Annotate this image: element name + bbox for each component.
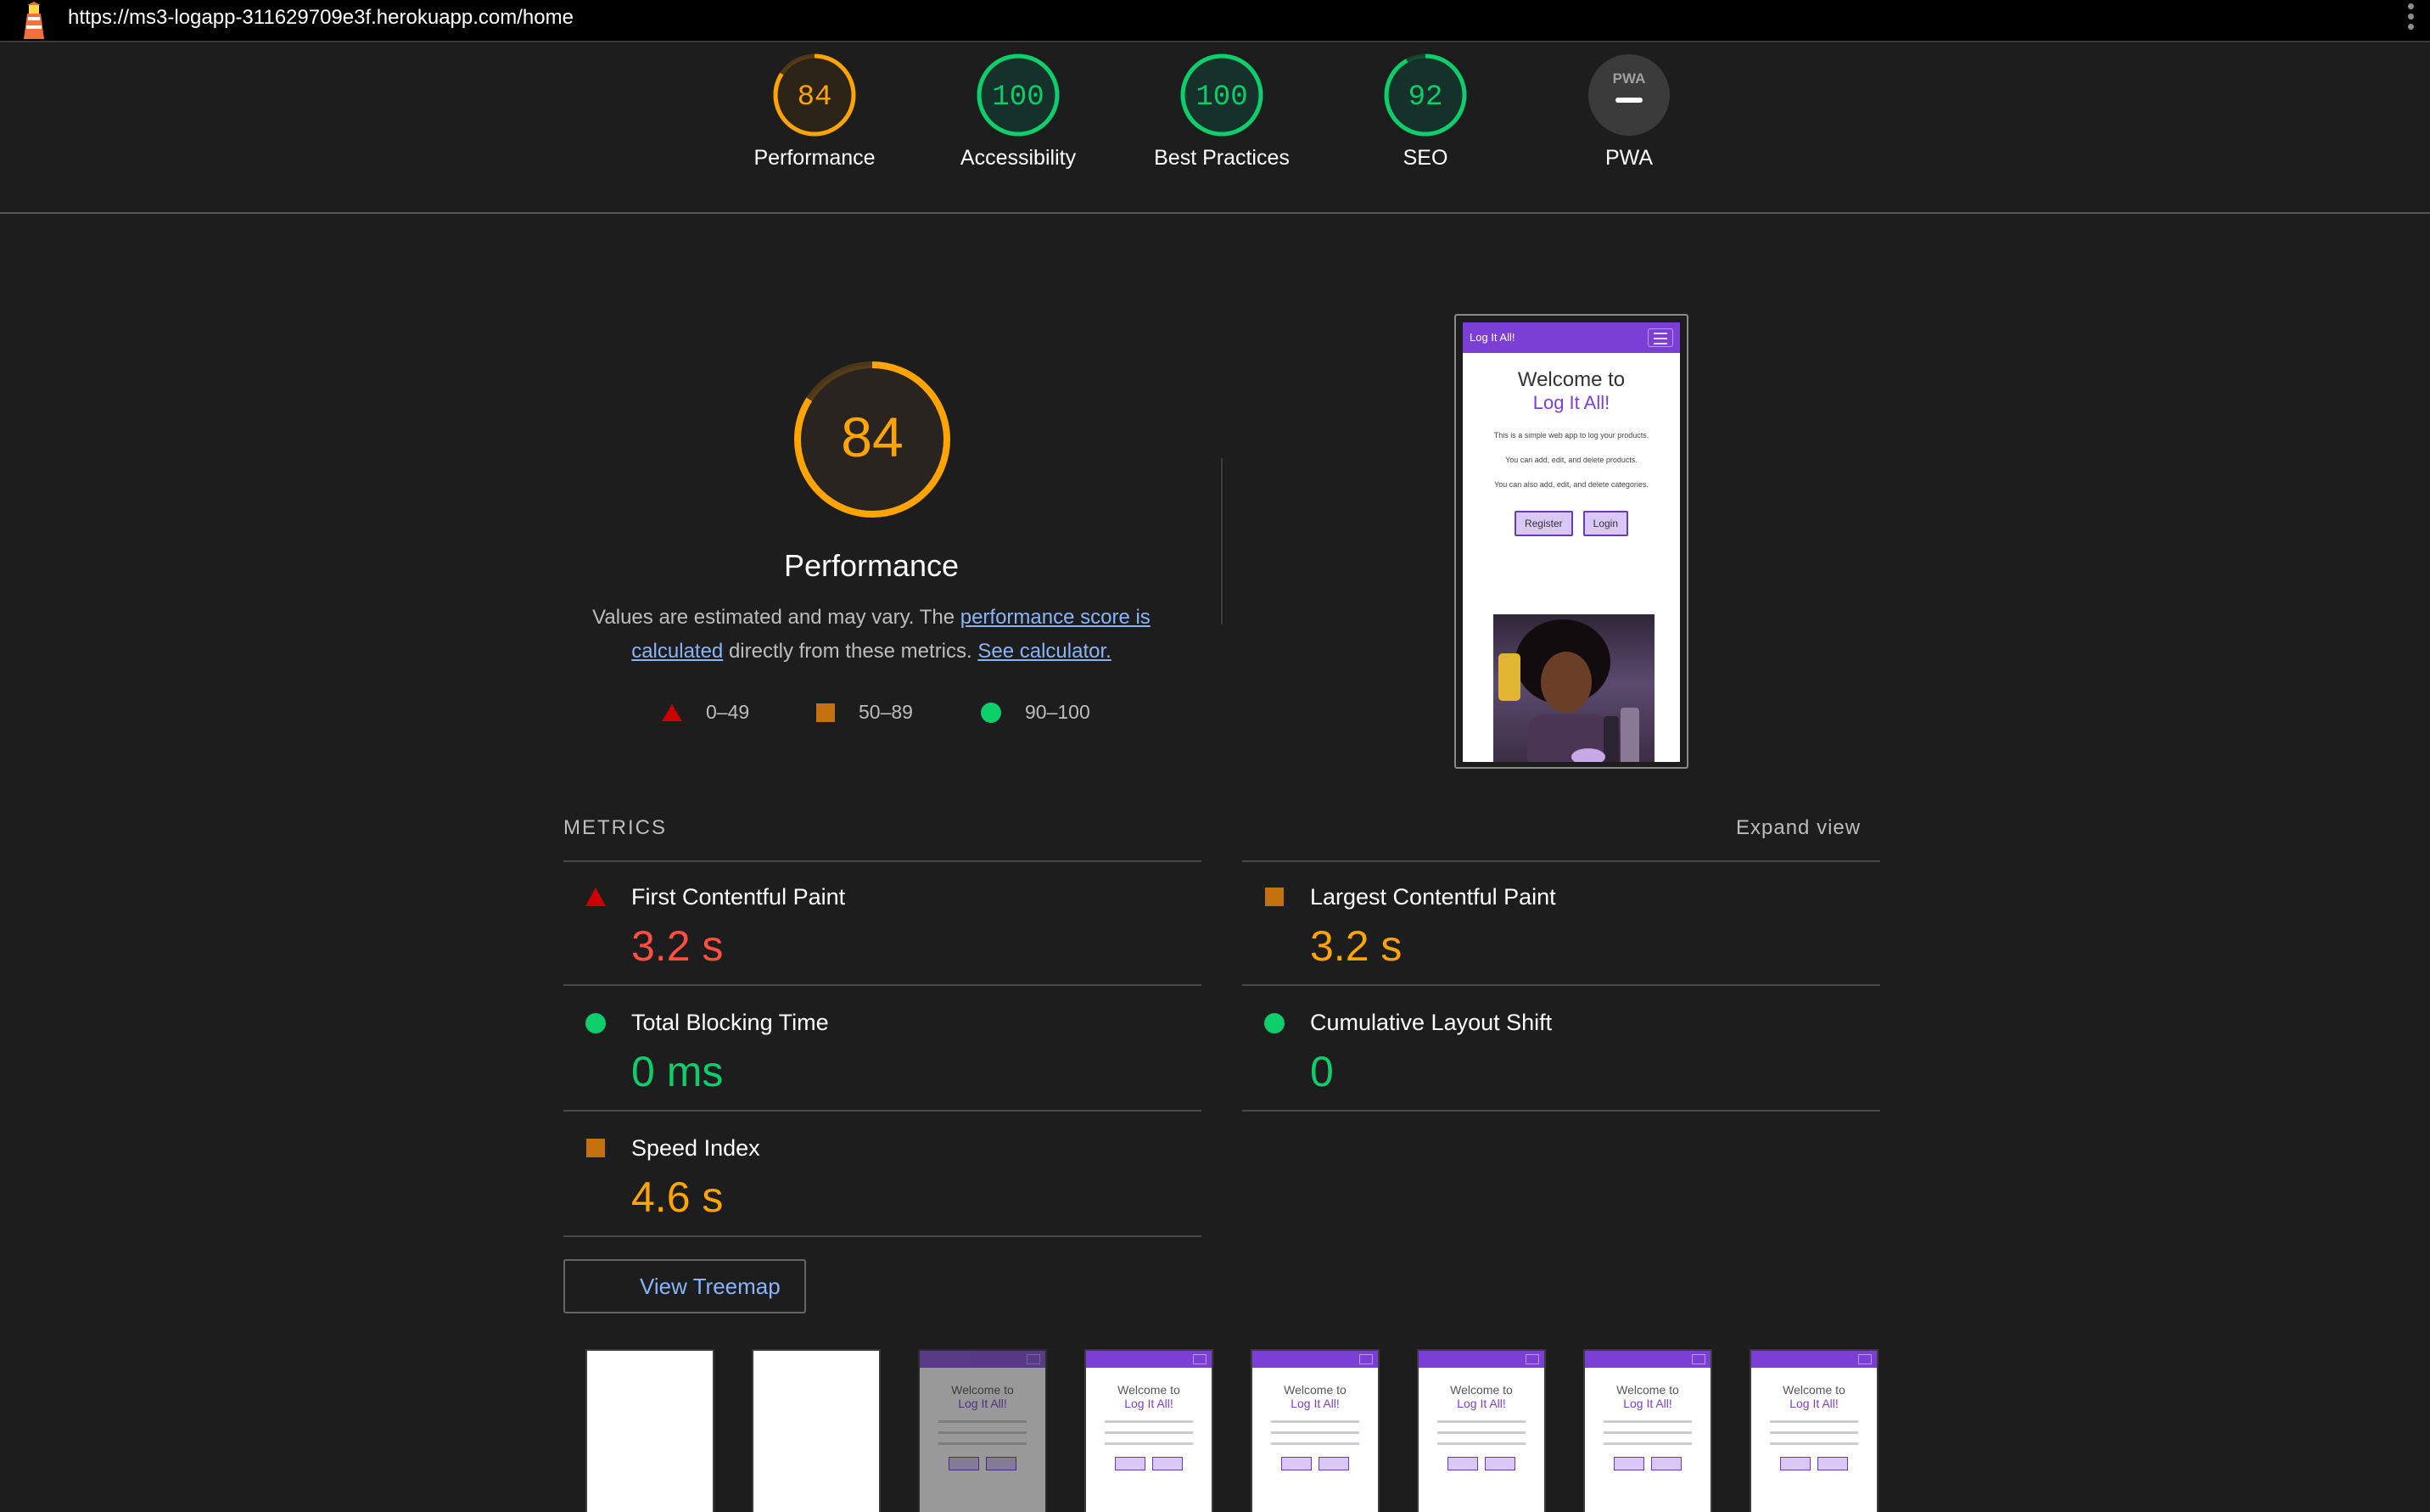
metric-value: 3.2 s (631, 922, 724, 970)
category-gauge-performance[interactable]: 84 Performance (730, 53, 899, 171)
category-score: 92 (1408, 81, 1443, 114)
hamburger-menu-icon (1648, 328, 1673, 347)
legend-fail: 0–49 (662, 701, 749, 724)
category-score: 100 (1195, 81, 1247, 114)
expand-view-toggle[interactable]: Expand view (1736, 816, 1861, 840)
metric-total-blocking-time: Total Blocking Time 0 ms (563, 988, 1201, 1113)
frame-heading-brand: Log It All! (1291, 1397, 1340, 1410)
frame-heading-brand: Log It All! (1623, 1397, 1672, 1410)
screenshot-text: This is a simple web app to log your pro… (1493, 431, 1649, 440)
screenshot-nav-title: Log It All! (1470, 331, 1515, 344)
frame-heading: Welcome to (1450, 1383, 1513, 1397)
metric-speed-index: Speed Index 4.6 s (563, 1113, 1201, 1239)
metrics-divider (563, 1110, 1201, 1112)
filmstrip-frame: Welcome to Log It All! (1084, 1349, 1213, 1512)
filmstrip-frame: Welcome to Log It All! (918, 1349, 1047, 1512)
metrics-divider (1242, 1110, 1880, 1112)
category-label: SEO (1403, 146, 1448, 170)
pwa-badge-text: PWA (1613, 70, 1646, 87)
filmstrip-frame (752, 1349, 881, 1512)
category-label: Performance (753, 146, 876, 170)
see-calculator-link[interactable]: See calculator. (977, 640, 1111, 663)
metric-largest-contentful-paint: Largest Contentful Paint 3.2 s (1242, 862, 1880, 988)
circle-icon (981, 702, 1001, 723)
category-gauge-accessibility[interactable]: 100 Accessibility (933, 53, 1103, 171)
metric-name: Cumulative Layout Shift (1310, 1010, 1553, 1035)
metric-name: Speed Index (631, 1135, 760, 1161)
square-icon (586, 1139, 605, 1157)
divider (1221, 458, 1223, 624)
screenshot-text: You can also add, edit, and delete categ… (1494, 480, 1649, 489)
metric-first-contentful-paint: First Contentful Paint 3.2 s (563, 862, 1201, 988)
circle-icon (1264, 1013, 1285, 1033)
more-options-icon[interactable] (2408, 3, 2415, 36)
frame-heading: Welcome to (1783, 1383, 1845, 1397)
category-gauge-pwa[interactable]: PWA PWA (1544, 53, 1714, 171)
frame-heading-brand: Log It All! (1457, 1397, 1506, 1410)
lighthouse-logo-icon (24, 2, 44, 39)
metrics-heading: METRICS (563, 816, 667, 839)
frame-heading-brand: Log It All! (1789, 1397, 1839, 1410)
screenshot-photo (1493, 614, 1655, 762)
triangle-icon (662, 703, 682, 721)
metric-cumulative-layout-shift: Cumulative Layout Shift 0 (1242, 988, 1880, 1113)
metric-name: Largest Contentful Paint (1310, 884, 1556, 910)
legend-pass: 90–100 (981, 701, 1090, 724)
screenshot-register-button: Register (1514, 511, 1573, 536)
filmstrip-frame: Welcome to Log It All! (1750, 1349, 1878, 1512)
triangle-icon (585, 888, 606, 906)
metric-value: 0 ms (631, 1048, 724, 1095)
screenshot-heading-brand: Log It All! (1532, 392, 1610, 413)
performance-score: 84 (841, 406, 903, 468)
metric-value: 3.2 s (1310, 922, 1403, 970)
page-url: https://ms3-logapp-311629709e3f.herokuap… (68, 6, 574, 29)
frame-heading: Welcome to (1284, 1383, 1347, 1397)
performance-description: Values are estimated and may vary. The p… (592, 606, 1151, 663)
filmstrip-frame: Welcome to Log It All! (1251, 1349, 1380, 1512)
metric-value: 0 (1310, 1048, 1334, 1095)
performance-gauge: 84 (794, 361, 950, 518)
circle-icon (585, 1013, 606, 1033)
metric-value: 4.6 s (631, 1173, 724, 1221)
frame-heading: Welcome to (951, 1383, 1014, 1397)
category-score: 100 (992, 81, 1044, 114)
filmstrip-frame: Welcome to Log It All! (1417, 1349, 1546, 1512)
filmstrip-frame (585, 1349, 714, 1512)
square-icon (816, 703, 835, 722)
filmstrip-frame: Welcome to Log It All! (1583, 1349, 1712, 1512)
category-gauge-best-practices[interactable]: 100 Best Practices (1137, 53, 1307, 171)
screenshot-heading: Welcome to (1517, 368, 1626, 391)
metrics-divider (563, 984, 1201, 986)
legend-average: 50–89 (816, 701, 913, 724)
category-label: Best Practices (1154, 146, 1290, 170)
performance-title: Performance (783, 548, 960, 583)
frame-heading: Welcome to (1117, 1383, 1180, 1397)
category-label: PWA (1604, 146, 1654, 170)
metric-name: First Contentful Paint (631, 884, 846, 910)
frame-heading-brand: Log It All! (1124, 1397, 1173, 1410)
square-icon (1265, 888, 1284, 906)
frame-heading-brand: Log It All! (958, 1397, 1007, 1410)
frame-heading: Welcome to (1616, 1383, 1679, 1397)
pwa-badge-icon: PWA (1588, 54, 1670, 136)
url-bar: https://ms3-logapp-311629709e3f.herokuap… (0, 0, 2430, 42)
category-score: 84 (798, 81, 832, 114)
screenshot-login-button: Login (1582, 511, 1629, 536)
view-treemap-button[interactable]: View Treemap (563, 1259, 806, 1313)
screenshot-text: You can add, edit, and delete products. (1505, 456, 1638, 464)
category-label: Accessibility (960, 146, 1077, 170)
metric-name: Total Blocking Time (631, 1010, 829, 1035)
final-screenshot[interactable]: Log It All! Welcome to Log It All! This … (1454, 314, 1688, 769)
metrics-divider (563, 1235, 1201, 1237)
metrics-divider (1242, 984, 1880, 986)
category-scores-header: 84 Performance 100 Accessibility 100 Best Pra… (0, 44, 2430, 214)
category-gauge-seo[interactable]: 92 SEO (1341, 53, 1510, 171)
